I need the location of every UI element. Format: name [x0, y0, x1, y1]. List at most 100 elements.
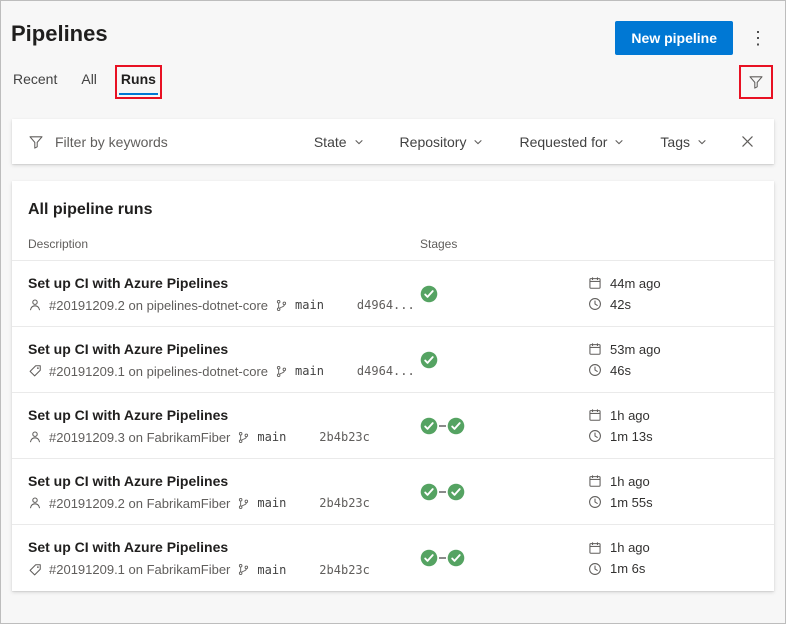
- commit-hash: d4964...: [357, 298, 415, 312]
- time-cell: 44m ago42s: [588, 276, 758, 312]
- table-header-row: Description Stages: [12, 237, 774, 261]
- dropdown-label: Repository: [400, 134, 467, 150]
- stage-success-icon[interactable]: [447, 417, 465, 435]
- run-description-cell: Set up CI with Azure Pipelines#20191209.…: [28, 473, 420, 511]
- column-header-description: Description: [28, 237, 420, 251]
- time-ago: 1h ago: [610, 408, 650, 423]
- filter-toggle-button[interactable]: [743, 69, 769, 95]
- time-ago: 1h ago: [610, 540, 650, 555]
- filter-dropdown-tags[interactable]: Tags: [660, 134, 707, 150]
- stage-success-icon[interactable]: [420, 351, 438, 369]
- run-info-line: #20191209.3 on FabrikamFiber main 2b4b23c: [28, 430, 420, 445]
- calendar-icon: [588, 276, 602, 290]
- funnel-icon: [28, 134, 44, 150]
- new-pipeline-button[interactable]: New pipeline: [615, 21, 733, 55]
- chevron-down-icon: [614, 137, 624, 147]
- run-description-cell: Set up CI with Azure Pipelines #20191209.…: [28, 407, 420, 445]
- dropdown-label: Tags: [660, 134, 690, 150]
- branch-icon: [237, 497, 250, 510]
- calendar-icon: [588, 474, 602, 488]
- filter-dropdown-state[interactable]: State: [314, 134, 364, 150]
- tag-icon: [28, 563, 42, 577]
- stage-success-icon[interactable]: [447, 549, 465, 567]
- run-title-link[interactable]: Set up CI with Azure Pipelines: [28, 539, 420, 555]
- close-icon: [741, 135, 754, 148]
- branch-name: main: [257, 563, 286, 577]
- pipeline-run-row[interactable]: Set up CI with Azure Pipelines #20191209.…: [12, 393, 774, 459]
- tab-all[interactable]: All: [79, 69, 99, 95]
- tab-recent[interactable]: Recent: [11, 69, 59, 95]
- page-title: Pipelines: [11, 21, 108, 47]
- stages-cell: [420, 549, 588, 567]
- branch-name: main: [295, 364, 324, 378]
- pipeline-run-row[interactable]: Set up CI with Azure Pipelines #20191209.…: [12, 327, 774, 393]
- pipeline-run-row[interactable]: Set up CI with Azure Pipelines #20191209.…: [12, 261, 774, 327]
- runs-panel-title: All pipeline runs: [12, 181, 774, 237]
- tab-runs[interactable]: Runs: [119, 69, 158, 95]
- clock-icon: [588, 562, 602, 576]
- tabs-row: Recent All Runs: [1, 55, 785, 95]
- stage-connector: [439, 557, 446, 559]
- stages-cell: [420, 483, 588, 501]
- branch-icon: [237, 563, 250, 576]
- time-ago: 44m ago: [610, 276, 661, 291]
- run-title-link[interactable]: Set up CI with Azure Pipelines: [28, 341, 420, 357]
- chevron-down-icon: [473, 137, 483, 147]
- commit-hash: d4964...: [357, 364, 415, 378]
- branch-icon: [275, 299, 288, 312]
- branch-icon: [275, 365, 288, 378]
- commit-hash: 2b4b23c: [319, 496, 370, 510]
- run-duration: 1m 6s: [610, 561, 645, 576]
- column-header-stages: Stages: [420, 237, 588, 251]
- pipeline-run-row[interactable]: Set up CI with Azure Pipelines#20191209.…: [12, 459, 774, 525]
- page-header: Pipelines New pipeline ⋮: [1, 1, 785, 55]
- header-actions: New pipeline ⋮: [615, 21, 773, 55]
- calendar-icon: [588, 408, 602, 422]
- filter-bar: State Repository Requested for Tags: [12, 119, 774, 164]
- time-ago: 53m ago: [610, 342, 661, 357]
- run-description-cell: Set up CI with Azure Pipelines #20191209.…: [28, 275, 420, 313]
- run-duration: 46s: [610, 363, 631, 378]
- calendar-icon: [588, 541, 602, 555]
- stage-success-icon[interactable]: [420, 285, 438, 303]
- run-title-link[interactable]: Set up CI with Azure Pipelines: [28, 275, 420, 291]
- branch-icon: [237, 431, 250, 444]
- filter-dropdown-requested-for[interactable]: Requested for: [519, 134, 624, 150]
- chevron-down-icon: [697, 137, 707, 147]
- clock-icon: [588, 429, 602, 443]
- stage-success-icon[interactable]: [420, 549, 438, 567]
- tag-icon: [28, 364, 42, 378]
- commit-hash: 2b4b23c: [319, 430, 370, 444]
- branch-name: main: [295, 298, 324, 312]
- person-icon: [28, 496, 42, 510]
- run-number-and-repo: #20191209.2 on pipelines-dotnet-core: [49, 298, 268, 313]
- pipeline-run-row[interactable]: Set up CI with Azure Pipelines #20191209.…: [12, 525, 774, 591]
- chevron-down-icon: [354, 137, 364, 147]
- branch-name: main: [257, 496, 286, 510]
- stages-cell: [420, 351, 588, 369]
- pipeline-runs-panel: All pipeline runs Description Stages Set…: [12, 181, 774, 591]
- run-title-link[interactable]: Set up CI with Azure Pipelines: [28, 407, 420, 423]
- run-info-line: #20191209.1 on pipelines-dotnet-core main…: [28, 364, 420, 379]
- commit-hash: 2b4b23c: [319, 563, 370, 577]
- dropdown-label: State: [314, 134, 347, 150]
- run-number-and-repo: #20191209.3 on FabrikamFiber: [49, 430, 230, 445]
- kebab-icon: ⋮: [749, 28, 767, 48]
- run-number-and-repo: #20191209.1 on pipelines-dotnet-core: [49, 364, 268, 379]
- run-number-and-repo: #20191209.1 on FabrikamFiber: [49, 562, 230, 577]
- stage-connector: [439, 491, 446, 493]
- run-info-line: #20191209.1 on FabrikamFiber main 2b4b23c: [28, 562, 420, 577]
- time-cell: 1h ago 1m 13s: [588, 408, 758, 444]
- keyword-filter-input[interactable]: [55, 134, 285, 150]
- run-duration: 1m 13s: [610, 429, 653, 444]
- stage-success-icon[interactable]: [420, 483, 438, 501]
- branch-name: main: [257, 430, 286, 444]
- clock-icon: [588, 495, 602, 509]
- filter-dropdown-repository[interactable]: Repository: [400, 134, 484, 150]
- close-filter-button[interactable]: [737, 131, 758, 152]
- run-title-link[interactable]: Set up CI with Azure Pipelines: [28, 473, 420, 489]
- stage-success-icon[interactable]: [420, 417, 438, 435]
- more-options-button[interactable]: ⋮: [743, 21, 773, 55]
- stage-success-icon[interactable]: [447, 483, 465, 501]
- clock-icon: [588, 363, 602, 377]
